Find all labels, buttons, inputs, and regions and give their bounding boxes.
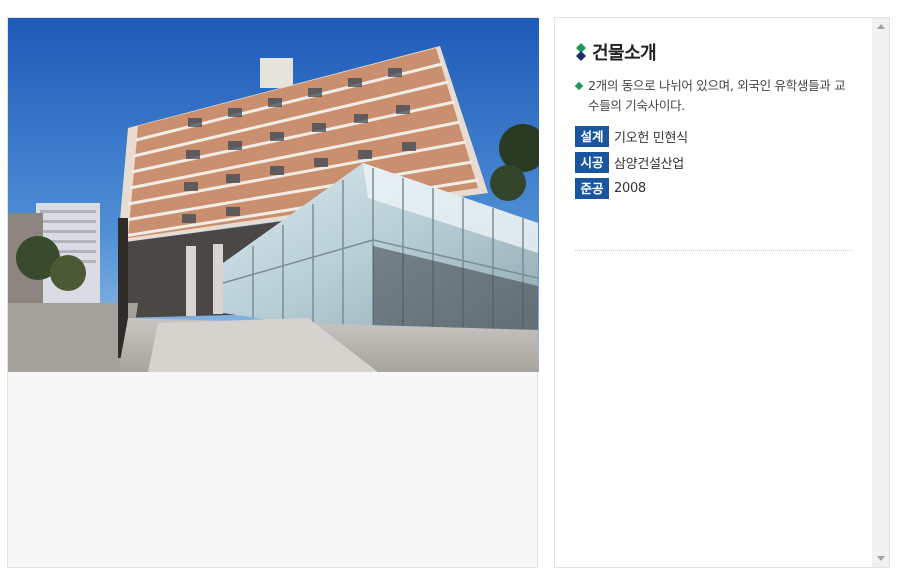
building-photo [8, 18, 539, 372]
spec-label: 설계 [575, 126, 609, 147]
building-description: 2개의 동으로 나뉘어 있으며, 외국인 유학생들과 교수들의 기숙사이다. [574, 76, 853, 116]
diamond-bullet-icon [574, 81, 584, 91]
vertical-scrollbar[interactable] [872, 18, 889, 567]
photo-panel [7, 17, 539, 568]
divider [575, 250, 852, 251]
diamond-icon [576, 43, 586, 61]
spec-row-construction: 시공 삼양건설산업 [575, 152, 853, 173]
spec-label: 준공 [575, 178, 609, 199]
arrow-down-icon [876, 556, 885, 561]
scroll-down-button[interactable] [872, 550, 889, 567]
spec-value: 삼양건설산업 [614, 157, 684, 172]
title-row: 건물소개 [575, 40, 853, 64]
spec-value: 기오헌 민현식 [614, 131, 688, 146]
spec-label: 시공 [575, 152, 609, 173]
description-text: 2개의 동으로 나뉘어 있으며, 외국인 유학생들과 교수들의 기숙사이다. [588, 78, 846, 113]
spec-list: 설계 기오헌 민현식 시공 삼양건설산업 준공 2008 [575, 126, 853, 199]
info-panel: 건물소개 2개의 동으로 나뉘어 있으며, 외국인 유학생들과 교수들의 기숙사… [554, 17, 890, 568]
spec-row-completion: 준공 2008 [575, 178, 853, 199]
arrow-up-icon [876, 24, 885, 29]
info-content: 건물소개 2개의 동으로 나뉘어 있으며, 외국인 유학생들과 교수들의 기숙사… [574, 40, 853, 204]
spec-value: 2008 [614, 181, 646, 196]
spec-row-design: 설계 기오헌 민현식 [575, 126, 853, 147]
section-title: 건물소개 [592, 43, 657, 64]
scroll-up-button[interactable] [872, 18, 889, 35]
